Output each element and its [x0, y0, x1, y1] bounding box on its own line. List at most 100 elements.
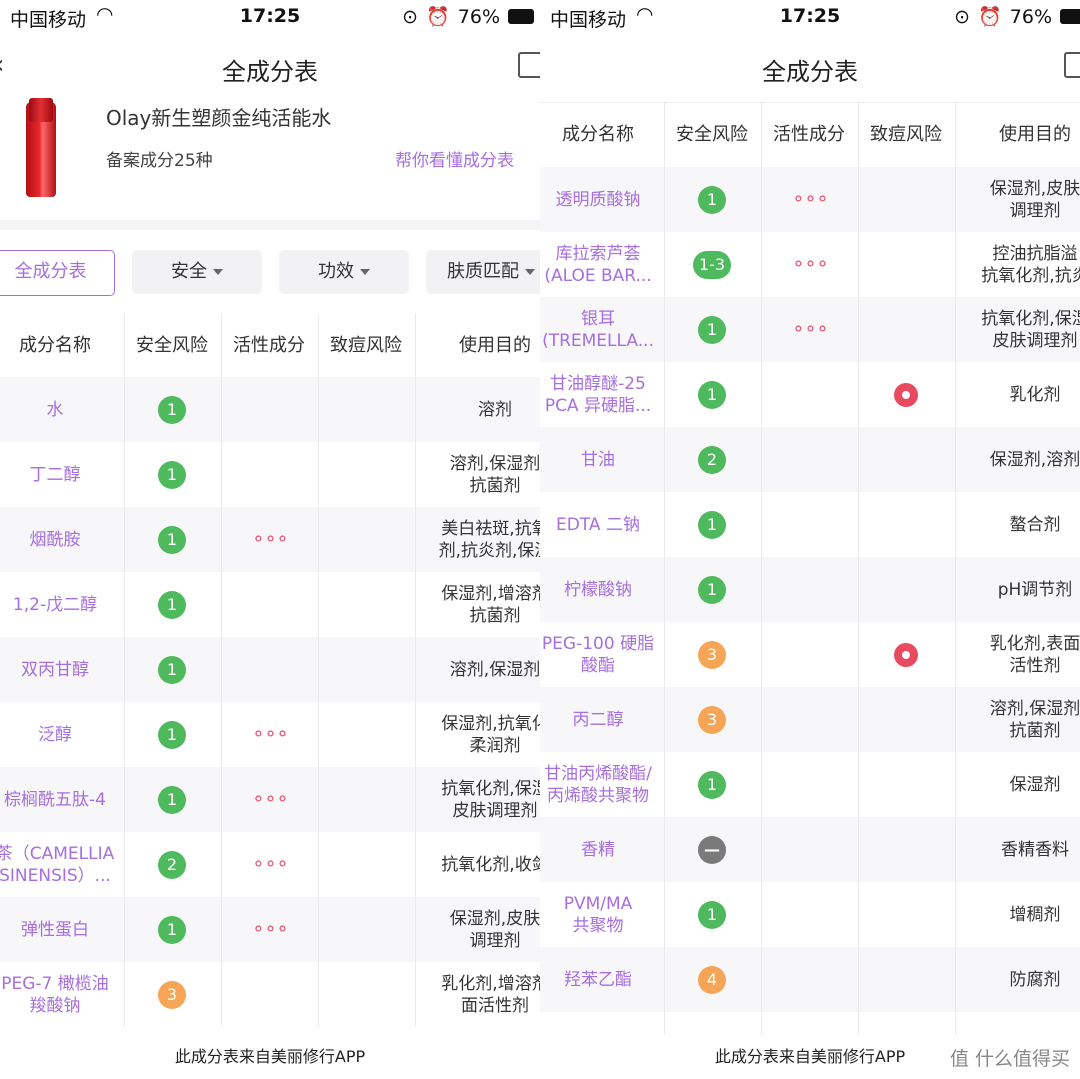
- ingredient-name[interactable]: 双丙甘醇: [0, 637, 124, 702]
- table-row[interactable]: PEG-7 橄榄油 羧酸钠 3 乳化剂,增溶剂 面活性剂: [0, 962, 540, 1027]
- table-row[interactable]: 泛醇 1 ⚬⚬⚬ 保湿剂,抗氧化 柔润剂: [0, 702, 540, 767]
- table-row[interactable]: 水 1 溶剂: [0, 377, 540, 442]
- ingredient-name[interactable]: 1,2-戊二醇: [0, 572, 124, 637]
- safety-risk: 4: [664, 947, 760, 1012]
- risk-badge: 2: [698, 445, 726, 474]
- risk-badge: 1: [158, 915, 186, 944]
- ingredient-name[interactable]: 甘油醇醚-25 PCA 异硬脂...: [540, 362, 664, 427]
- usage-purpose: 乳化剂,增溶剂 面活性剂: [441, 973, 540, 1016]
- table-row[interactable]: EDTA 二钠 1 螯合剂: [540, 492, 1080, 557]
- table-row[interactable]: 甘油丙烯酸酯/ 丙烯酸共聚物 1 保湿剂: [540, 752, 1080, 817]
- active-ingredient: [221, 637, 317, 702]
- column-divider: [858, 103, 859, 1077]
- filter-efficacy[interactable]: 功效: [279, 250, 409, 294]
- table-row[interactable]: 香精 — 香精香料: [540, 817, 1080, 882]
- acne-risk: [318, 897, 414, 962]
- table-row[interactable]: 库拉索芦荟 (ALOE BAR... 1-3 ⚬⚬⚬ 控油抗脂溢 抗氧化剂,抗炎: [540, 232, 1080, 297]
- ingredient-name[interactable]: 丁二醇: [0, 442, 124, 507]
- active-ingredient: [761, 427, 857, 492]
- page-title: 全成分表: [762, 58, 858, 86]
- safety-risk: 1: [124, 897, 220, 962]
- ingredient-name[interactable]: 丙二醇: [540, 687, 664, 752]
- ingredient-name[interactable]: 羟苯乙酯: [540, 947, 664, 1012]
- active-ingredient: [761, 882, 857, 947]
- table-row[interactable]: 丁二醇 1 溶剂,保湿剂 抗菌剂: [0, 442, 540, 507]
- active-ingredient: [761, 622, 857, 687]
- ingredient-name[interactable]: 弹性蛋白: [0, 897, 124, 962]
- acne-risk: [858, 232, 954, 297]
- ingredient-name[interactable]: 银耳 (TREMELLA...: [540, 297, 664, 362]
- table-row[interactable]: 丙二醇 3 溶剂,保湿剂 抗菌剂: [540, 687, 1080, 752]
- table-row[interactable]: 烟酰胺 1 ⚬⚬⚬ 美白祛斑,抗氧 剂,抗炎剂,保湿: [0, 507, 540, 572]
- safety-risk: 1: [124, 377, 220, 442]
- right-screenshot: m 美丽修行 m 美丽修行 m 美丽修行 m 美丽修行 中国移动 ◠ 17:25…: [540, 0, 1080, 1079]
- column-header: 使用目的: [999, 124, 1071, 145]
- table-header: 成分名称 安全风险 活性成分 致痘风险 使用目的: [0, 314, 540, 378]
- ingredient-name[interactable]: 茶（CAMELLIA SINENSIS）...: [0, 832, 124, 897]
- usage-purpose: 保湿剂,皮肤 调理剂: [449, 908, 540, 951]
- table-row[interactable]: PEG-100 硬脂 酸酯 3 乳化剂,表面 活性剂: [540, 622, 1080, 687]
- usage-purpose: 保湿剂,溶剂: [989, 449, 1080, 470]
- share-edit-icon[interactable]: [1064, 52, 1080, 78]
- ingredient-name[interactable]: EDTA 二钠: [540, 492, 664, 557]
- ingredient-name[interactable]: 甘油: [540, 427, 664, 492]
- table-row[interactable]: 弹性蛋白 1 ⚬⚬⚬ 保湿剂,皮肤 调理剂: [0, 897, 540, 962]
- ingredient-name[interactable]: 烟酰胺: [0, 507, 124, 572]
- safety-risk: 3: [124, 962, 220, 1027]
- table-row[interactable]: 双丙甘醇 1 溶剂,保湿剂: [0, 637, 540, 702]
- ingredient-name[interactable]: PVM/MA 共聚物: [540, 882, 664, 947]
- nav-bar: ‹ 全成分表: [0, 32, 540, 103]
- table-row[interactable]: PVM/MA 共聚物 1 增稠剂: [540, 882, 1080, 947]
- active-ingredient: ⚬⚬⚬: [761, 232, 857, 297]
- safety-risk: 1: [664, 362, 760, 427]
- ingredient-name[interactable]: 库拉索芦荟 (ALOE BAR...: [540, 232, 664, 297]
- ingredient-name[interactable]: 甘油丙烯酸酯/ 丙烯酸共聚物: [540, 752, 664, 817]
- filter-skin-match[interactable]: 肤质匹配: [426, 250, 540, 294]
- table-row[interactable]: 银耳 (TREMELLA... 1 ⚬⚬⚬ 抗氧化剂,保湿 皮肤调理剂: [540, 297, 1080, 362]
- page-title: 全成分表: [222, 58, 318, 86]
- ingredient-name[interactable]: 透明质酸钠: [540, 167, 664, 232]
- ingredient-name[interactable]: 棕榈酰五肽-4: [0, 767, 124, 832]
- table-row[interactable]: 柠檬酸钠 1 pH调节剂: [540, 557, 1080, 622]
- help-link[interactable]: 帮你看懂成分表: [395, 146, 514, 171]
- table-row[interactable]: 透明质酸钠 1 ⚬⚬⚬ 保湿剂,皮肤 调理剂: [540, 167, 1080, 232]
- acne-risk: [858, 687, 954, 752]
- acne-risk: [858, 167, 954, 232]
- column-divider: [124, 314, 125, 1027]
- left-screenshot: m 美丽修行 m 美丽修行 m 美丽修行 中国移动 ◠ 17:25 ⊙ ⏰ 76…: [0, 0, 540, 1079]
- filter-safety[interactable]: 安全: [132, 250, 262, 294]
- ingredient-name[interactable]: 香精: [540, 817, 664, 882]
- ingredient-name[interactable]: 水: [0, 377, 124, 442]
- filter-all[interactable]: 全成分表: [0, 250, 115, 296]
- usage-purpose: 溶剂,保湿剂: [449, 659, 540, 680]
- table-row[interactable]: 茶（CAMELLIA SINENSIS）... 2 ⚬⚬⚬ 抗氧化剂,收敛: [0, 832, 540, 897]
- molecule-icon: ⚬⚬⚬: [790, 318, 830, 340]
- table-row[interactable]: 羟苯乙酯 4 防腐剂: [540, 947, 1080, 1012]
- molecule-icon: ⚬⚬⚬: [250, 788, 290, 810]
- risk-badge: 1: [158, 590, 186, 619]
- ingredient-table: 成分名称 安全风险 活性成分 致痘风险 使用目的水 1 溶剂 丁二醇 1 溶剂,保湿剂 抗菌剂 烟酰…: [0, 314, 540, 1034]
- ingredient-name[interactable]: PEG-100 硬脂 酸酯: [540, 622, 664, 687]
- active-ingredient: [761, 492, 857, 557]
- ingredient-name[interactable]: 柠檬酸钠: [540, 557, 664, 622]
- acne-target-icon: [894, 642, 918, 667]
- column-header: 安全风险: [136, 334, 208, 356]
- share-edit-icon[interactable]: [518, 52, 540, 78]
- ingredient-name[interactable]: 泛醇: [0, 702, 124, 767]
- battery-icon: [1060, 9, 1080, 24]
- usage-purpose: 防腐剂: [1009, 969, 1061, 990]
- safety-risk: 1: [124, 637, 220, 702]
- risk-badge: 2: [158, 850, 186, 879]
- ingredient-name[interactable]: PEG-7 橄榄油 羧酸钠: [0, 962, 124, 1027]
- table-row[interactable]: 甘油醇醚-25 PCA 异硬脂... 1 乳化剂: [540, 362, 1080, 427]
- active-ingredient: [761, 752, 857, 817]
- filter-bar: 全成分表 安全 功效 肤质匹配: [0, 230, 540, 314]
- table-row[interactable]: 甘油 2 保湿剂,溶剂: [540, 427, 1080, 492]
- acne-risk: [858, 752, 954, 817]
- risk-badge: 1: [698, 315, 726, 344]
- table-row[interactable]: 棕榈酰五肽-4 1 ⚬⚬⚬ 抗氧化剂,保湿 皮肤调理剂: [0, 767, 540, 832]
- risk-badge: 1: [698, 185, 726, 214]
- table-row[interactable]: 1,2-戊二醇 1 保湿剂,增溶剂 抗菌剂: [0, 572, 540, 637]
- safety-risk: 1: [124, 572, 220, 637]
- safety-risk: 1: [124, 767, 220, 832]
